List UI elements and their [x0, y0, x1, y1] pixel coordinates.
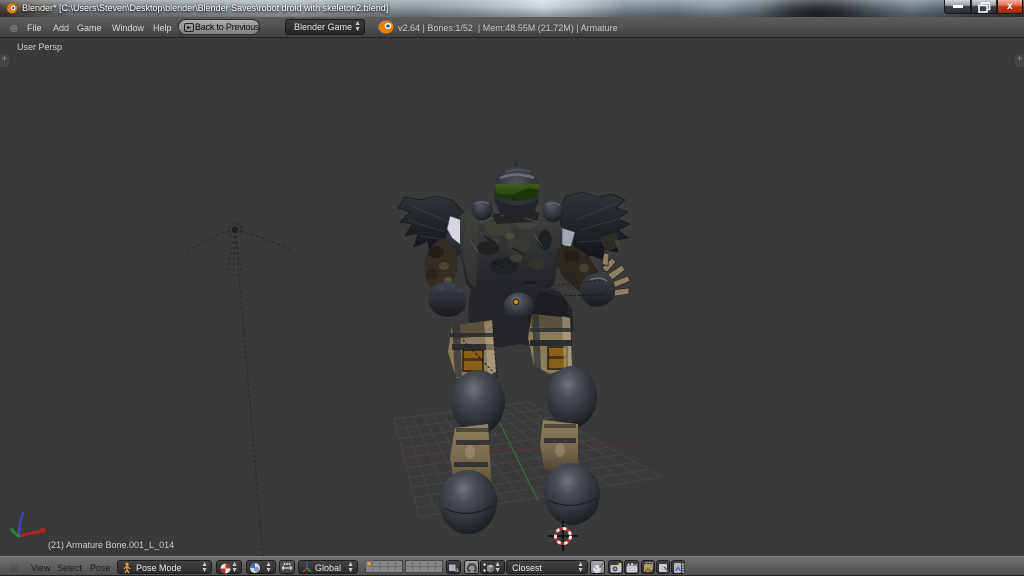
svg-text:a: a [455, 567, 459, 574]
